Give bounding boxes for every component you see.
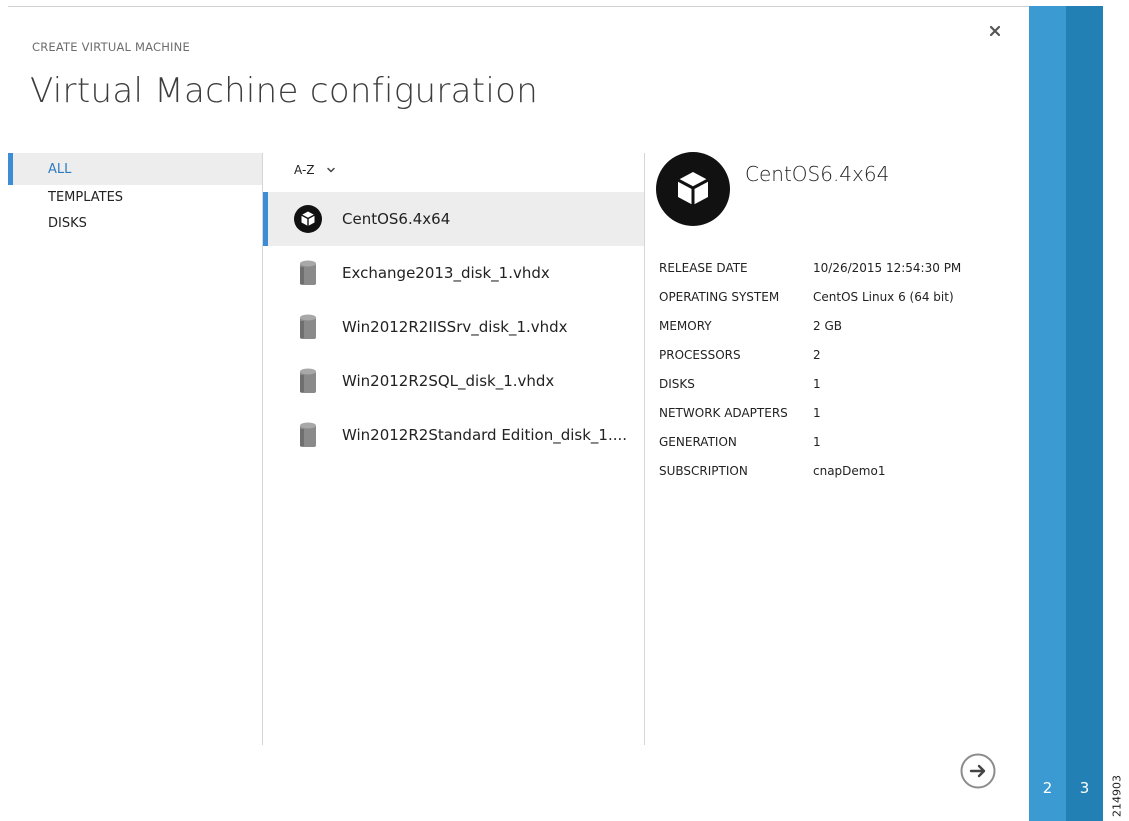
property-key: NETWORK ADAPTERS (659, 405, 788, 420)
property-row: NETWORK ADAPTERS 1 (659, 398, 1014, 427)
property-row: RELEASE DATE 10/26/2015 12:54:30 PM (659, 253, 1014, 282)
wizard-step-2[interactable]: 2 (1029, 6, 1066, 821)
property-row: GENERATION 1 (659, 427, 1014, 456)
category-nav: ALL TEMPLATES DISKS (8, 153, 262, 237)
property-key: PROCESSORS (659, 347, 741, 362)
nav-item-label: TEMPLATES (48, 190, 124, 205)
figure-number: 214903 (1104, 771, 1129, 821)
list-item[interactable]: Win2012R2IISSrv_disk_1.vhdx (263, 300, 644, 354)
property-key: GENERATION (659, 434, 737, 449)
list-item[interactable]: Win2012R2Standard Edition_disk_1.... (263, 408, 644, 462)
dialog-top-border (8, 6, 1029, 7)
step-number: 2 (1042, 779, 1053, 797)
disk-icon (293, 366, 323, 396)
list-item-label: CentOS6.4x64 (342, 210, 451, 228)
nav-item-disks[interactable]: DISKS (8, 211, 262, 237)
property-key: RELEASE DATE (659, 260, 748, 275)
list-item-label: Win2012R2SQL_disk_1.vhdx (342, 372, 555, 390)
chevron-down-icon (326, 167, 335, 173)
property-key: OPERATING SYSTEM (659, 289, 780, 304)
sort-dropdown[interactable]: A-Z (294, 163, 337, 177)
property-value: 1 (813, 434, 821, 449)
nav-item-label: DISKS (48, 216, 87, 231)
wizard-eyebrow: CREATE VIRTUAL MACHINE (32, 40, 190, 54)
figure-number-text: 214903 (1110, 775, 1123, 817)
property-row: SUBSCRIPTION cnapDemo1 (659, 456, 1014, 485)
property-row: OPERATING SYSTEM CentOS Linux 6 (64 bit) (659, 282, 1014, 311)
next-button[interactable] (960, 753, 996, 789)
list-item-label: Win2012R2Standard Edition_disk_1.... (342, 426, 628, 444)
property-value: CentOS Linux 6 (64 bit) (813, 289, 954, 304)
disk-icon (293, 420, 323, 450)
step-number: 3 (1079, 779, 1090, 797)
property-value: 2 (813, 347, 821, 362)
property-key: DISKS (659, 376, 695, 391)
close-icon (989, 25, 1001, 37)
disk-icon (293, 258, 323, 288)
property-key: SUBSCRIPTION (659, 463, 748, 478)
list-item-label: Exchange2013_disk_1.vhdx (342, 264, 550, 282)
page-title: Virtual Machine configuration (30, 71, 539, 111)
nav-item-all[interactable]: ALL (8, 153, 262, 185)
detail-title: CentOS6.4x64 (745, 162, 890, 186)
property-value: 10/26/2015 12:54:30 PM (813, 260, 962, 275)
list-item[interactable]: Win2012R2SQL_disk_1.vhdx (263, 354, 644, 408)
list-item-label: Win2012R2IISSrv_disk_1.vhdx (342, 318, 568, 336)
property-row: PROCESSORS 2 (659, 340, 1014, 369)
create-vm-dialog: CREATE VIRTUAL MACHINE Virtual Machine c… (0, 0, 1129, 821)
arrow-right-icon (960, 753, 996, 789)
property-row: DISKS 1 (659, 369, 1014, 398)
property-value: 1 (813, 405, 821, 420)
sort-label: A-Z (294, 163, 315, 177)
property-value: 2 GB (813, 318, 842, 333)
property-list: RELEASE DATE 10/26/2015 12:54:30 PM OPER… (659, 253, 1014, 485)
property-value: cnapDemo1 (813, 463, 886, 478)
property-key: MEMORY (659, 318, 712, 333)
property-value: 1 (813, 376, 821, 391)
wizard-step-3[interactable]: 3 (1066, 6, 1103, 821)
disk-icon (293, 312, 323, 342)
close-button[interactable] (986, 22, 1004, 40)
nav-item-templates[interactable]: TEMPLATES (8, 185, 262, 211)
template-cube-icon (293, 204, 323, 234)
image-list: CentOS6.4x64 Exchange2013_disk_1.vhdx Wi… (263, 192, 644, 462)
list-item[interactable]: Exchange2013_disk_1.vhdx (263, 246, 644, 300)
nav-item-label: ALL (48, 162, 72, 177)
property-row: MEMORY 2 GB (659, 311, 1014, 340)
list-item[interactable]: CentOS6.4x64 (263, 192, 644, 246)
list-divider (644, 153, 645, 745)
template-cube-icon (656, 152, 730, 226)
